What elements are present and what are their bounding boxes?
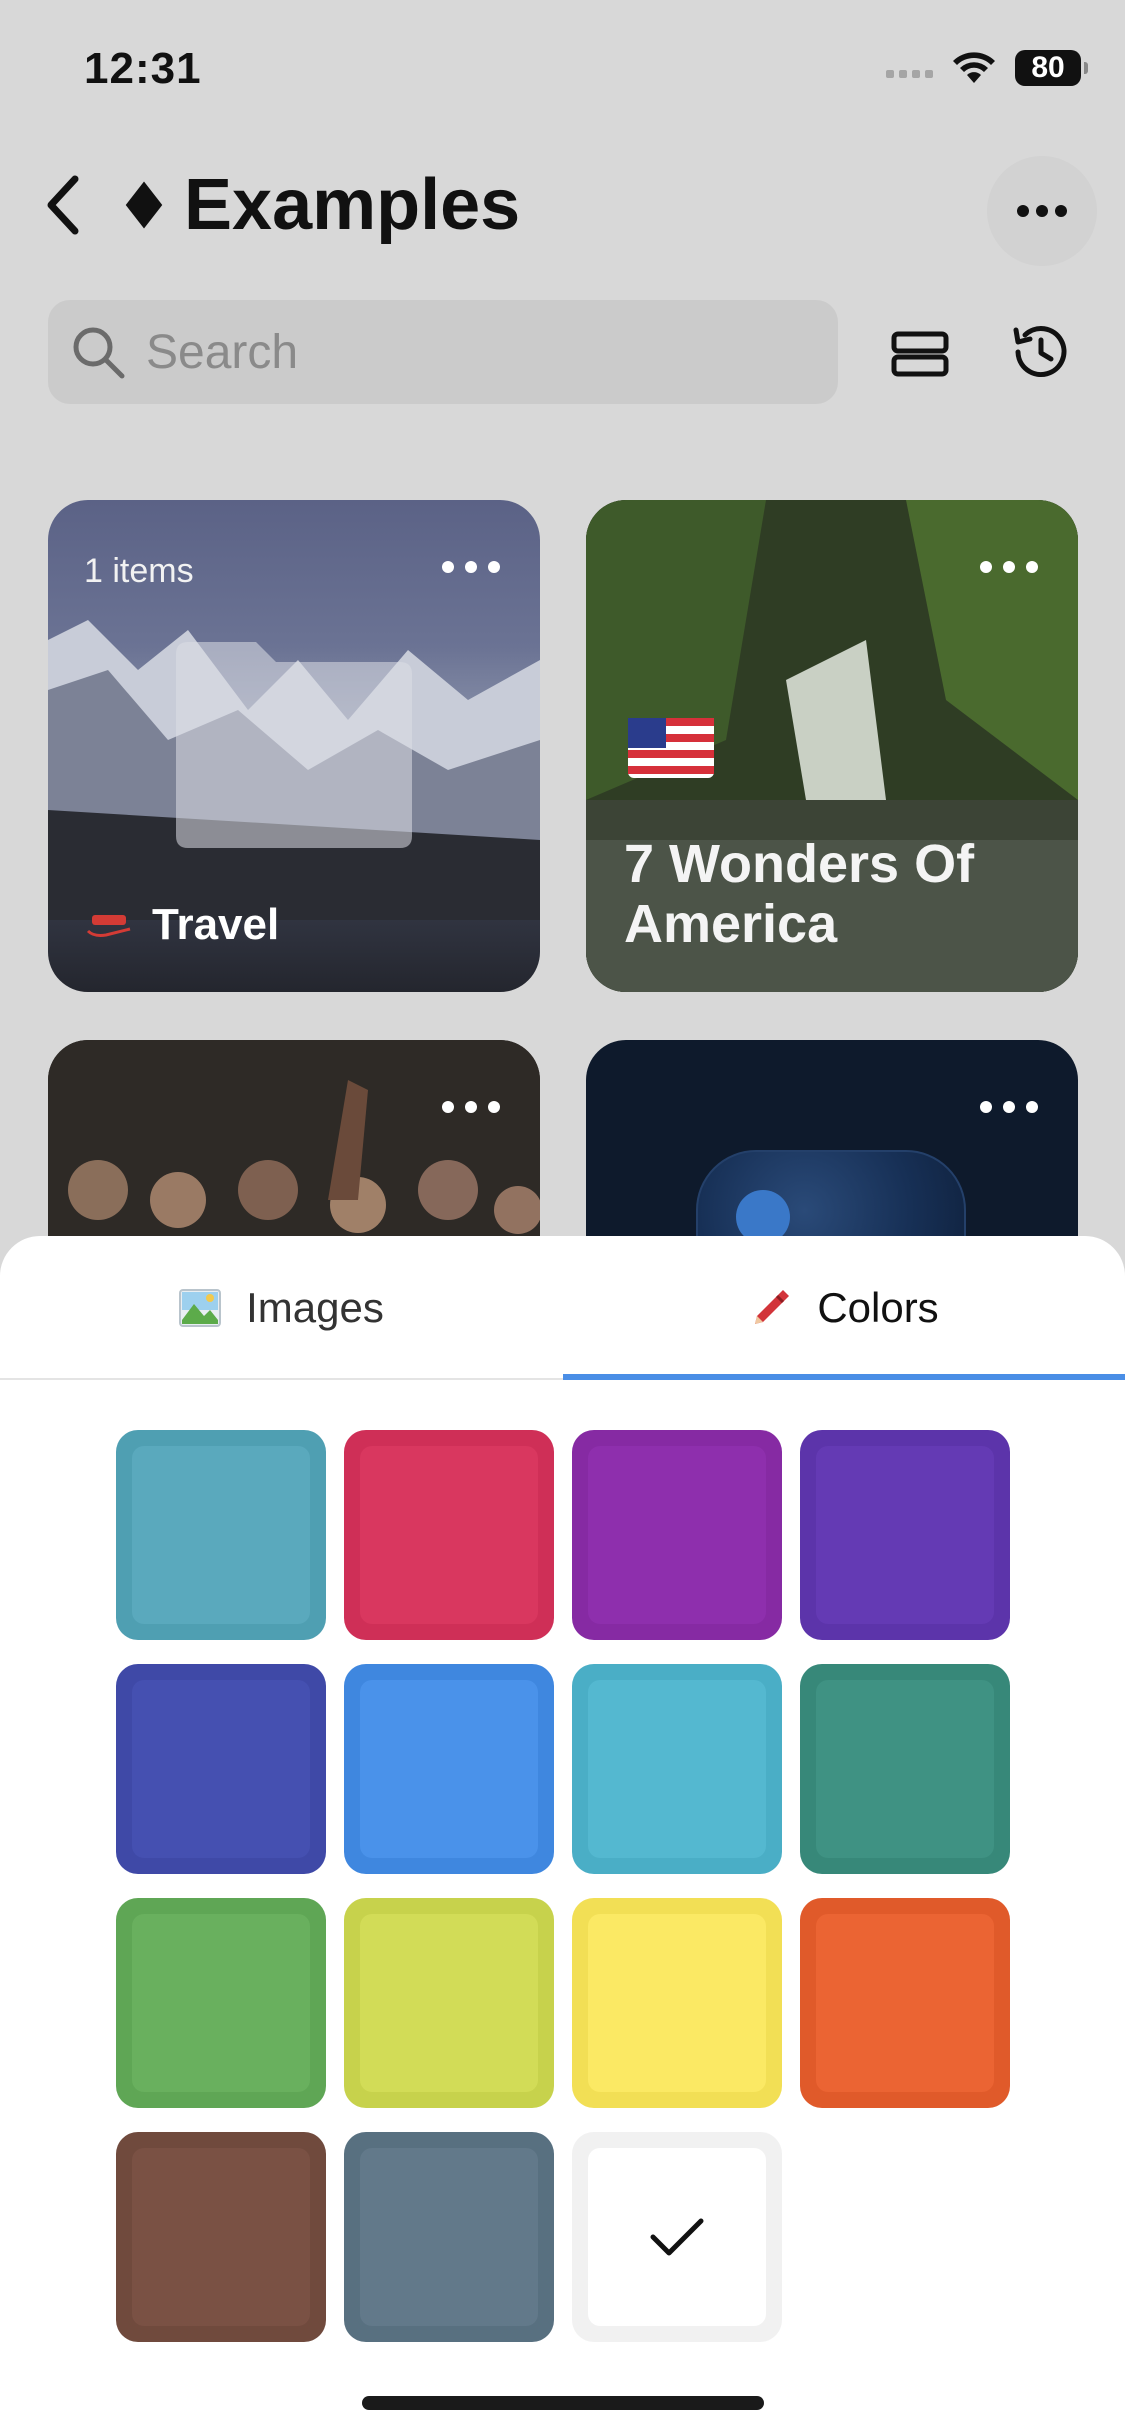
history-button[interactable] [1000, 312, 1080, 392]
color-swatch-fill [132, 1680, 310, 1858]
tab-images-label: Images [246, 1284, 384, 1331]
chevron-left-icon [47, 175, 79, 235]
color-swatch-fill [360, 1446, 538, 1624]
color-swatch[interactable] [800, 1664, 1010, 1874]
diamond-icon [124, 177, 164, 233]
color-swatch[interactable] [116, 1664, 326, 1874]
home-indicator [362, 2396, 764, 2410]
search-input[interactable] [146, 324, 746, 380]
card-more-button[interactable] [442, 1096, 500, 1118]
color-swatch[interactable] [344, 2132, 554, 2342]
picture-icon [179, 1289, 222, 1327]
color-swatch[interactable] [572, 1898, 782, 2108]
status-icons: 80 [886, 48, 1088, 88]
color-swatch[interactable] [344, 1430, 554, 1640]
sled-icon [86, 915, 131, 937]
card-title-text: Travel [152, 900, 280, 949]
search-bar[interactable] [48, 300, 838, 404]
color-swatch[interactable] [572, 1664, 782, 1874]
color-swatch-fill [588, 1914, 766, 2092]
color-swatch-fill [360, 2148, 538, 2326]
tab-colors[interactable]: Colors [563, 1236, 1125, 1380]
color-swatch-fill [588, 2148, 766, 2326]
checkmark-icon [650, 2218, 704, 2256]
color-swatch-selected[interactable] [572, 2132, 782, 2342]
card-more-button[interactable] [980, 556, 1038, 578]
background-picker-sheet: Images Colors [0, 1236, 1125, 2436]
tab-images[interactable]: Images [0, 1236, 562, 1380]
color-swatch-fill [816, 1446, 994, 1624]
color-swatch-fill [132, 2148, 310, 2326]
tab-colors-label: Colors [817, 1284, 939, 1331]
color-swatch-fill [588, 1680, 766, 1858]
color-swatch[interactable] [116, 1430, 326, 1640]
collection-card-travel[interactable]: 1 items Travel [48, 500, 540, 992]
color-swatch-fill [132, 1914, 310, 2092]
tab-bar: Images Colors [0, 1236, 1125, 1380]
color-swatch[interactable] [800, 1898, 1010, 2108]
layout-toggle-button[interactable] [880, 316, 960, 392]
american-flag-icon [628, 718, 714, 778]
wifi-icon [953, 52, 995, 83]
item-count-label: 1 items [84, 552, 194, 590]
color-swatch-fill [360, 1680, 538, 1858]
selected-tab-indicator [563, 1374, 1125, 1380]
card-more-button[interactable] [442, 556, 500, 578]
color-swatch-fill [360, 1914, 538, 2092]
color-swatch[interactable] [572, 1430, 782, 1640]
navigation-header: Examples [0, 150, 1125, 266]
ellipsis-icon [1017, 205, 1067, 217]
status-time: 12:31 [84, 44, 202, 93]
history-icon [1013, 326, 1067, 378]
color-swatch-fill [132, 1446, 310, 1624]
folder-icon [176, 642, 412, 848]
card-more-button[interactable] [980, 1096, 1038, 1118]
back-button[interactable] [28, 170, 98, 240]
battery-level: 80 [1031, 51, 1065, 84]
page-title: Examples [184, 165, 521, 245]
color-swatch[interactable] [800, 1430, 1010, 1640]
battery-icon: 80 [1015, 50, 1088, 86]
more-options-button[interactable] [987, 156, 1097, 266]
crayon-icon [755, 1290, 790, 1324]
color-swatch-fill [816, 1914, 994, 2092]
list-layout-icon [891, 331, 949, 377]
color-swatch[interactable] [116, 2132, 326, 2342]
card-title: Travel [86, 900, 279, 950]
color-swatch[interactable] [344, 1898, 554, 2108]
color-swatch-fill [816, 1680, 994, 1858]
color-swatch-fill [588, 1446, 766, 1624]
card-title: 7 Wonders Of America [624, 834, 975, 954]
color-swatch[interactable] [344, 1664, 554, 1874]
search-icon [73, 327, 125, 379]
color-swatch[interactable] [116, 1898, 326, 2108]
title-group: Examples [124, 164, 520, 246]
collection-card-7-wonders[interactable]: 7 Wonders Of America [586, 500, 1078, 992]
concert-crowd-image [48, 1040, 540, 1240]
cellular-signal-icon [886, 58, 933, 78]
